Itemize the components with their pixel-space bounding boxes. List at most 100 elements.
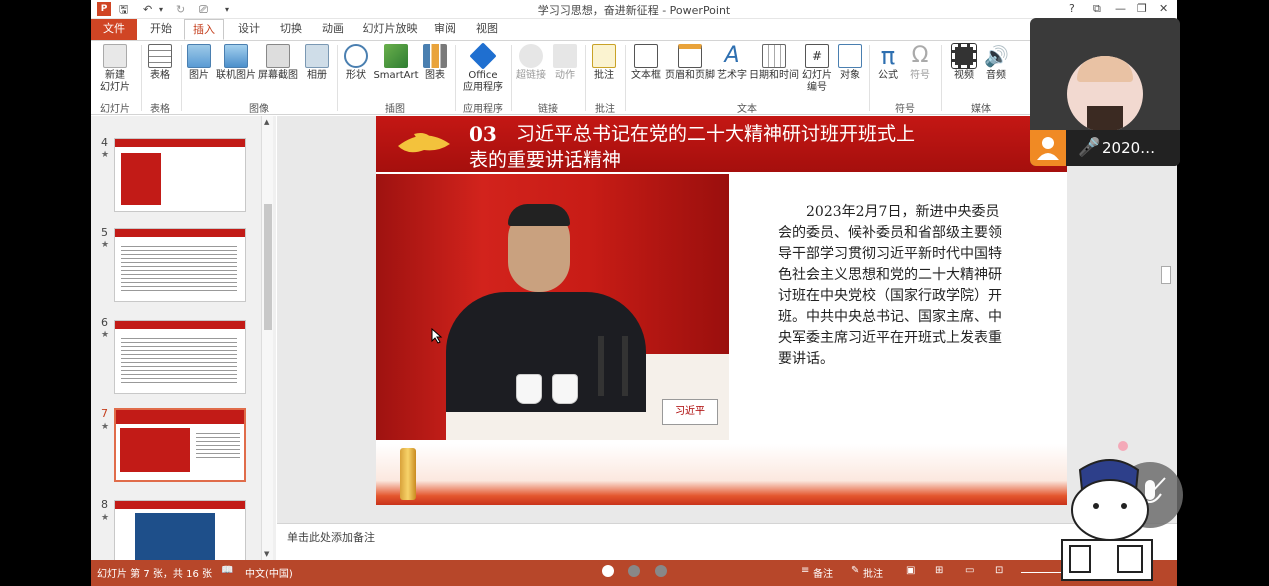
equation-icon: π — [880, 42, 896, 70]
hyperlink-button[interactable]: 超链接 — [513, 44, 549, 82]
symbol-button[interactable]: Ω 符号 — [905, 44, 935, 82]
tab-home[interactable]: 开始 — [141, 19, 181, 40]
thumb-header — [116, 410, 244, 424]
help-icon[interactable]: ? — [1069, 2, 1075, 15]
tab-file[interactable]: 文件 — [91, 19, 137, 40]
audio-label: 音频 — [986, 70, 1006, 81]
tab-insert[interactable]: 插入 — [184, 19, 224, 40]
notes-button[interactable]: 备注 — [813, 565, 833, 580]
date-time-button[interactable]: 日期和时间 — [749, 44, 799, 82]
close-icon[interactable]: ✕ — [1159, 2, 1168, 15]
edit-scrollbar-thumb[interactable] — [1161, 266, 1171, 284]
divider — [181, 45, 182, 111]
album-button[interactable]: 相册 — [301, 44, 333, 82]
slideshow-view-icon[interactable]: ⊡ — [995, 565, 1003, 576]
microphone — [622, 336, 628, 396]
office-apps-button[interactable]: Office 应用程序 — [457, 42, 509, 94]
video-call-tile[interactable]: 🎤 2020… — [1030, 18, 1180, 166]
comments-button-icon[interactable]: ✎ — [851, 565, 859, 576]
action-icon — [553, 44, 577, 68]
divider — [625, 45, 626, 111]
textbox-icon — [634, 44, 658, 68]
slide-canvas[interactable]: 03 习近平总书记在党的二十大精神研讨班开班式上 表的重要讲话精神 习近平 20… — [376, 116, 1067, 505]
microphone-icon[interactable]: 🎤 — [1078, 137, 1100, 158]
shapes-label: 形状 — [346, 70, 366, 81]
teacup — [552, 374, 578, 404]
table-button[interactable]: 表格 — [143, 44, 177, 82]
album-icon — [305, 44, 329, 68]
scroll-up-icon[interactable]: ▲ — [264, 118, 269, 126]
scroll-down-icon[interactable]: ▼ — [264, 550, 269, 558]
header-footer-icon — [678, 44, 702, 68]
new-slide-button[interactable]: 新建 幻灯片 — [95, 44, 135, 94]
slide-thumbnail-selected[interactable] — [114, 408, 246, 482]
group-label-tables: 表格 — [150, 104, 170, 115]
screenshot-button[interactable]: 屏幕截图 — [257, 44, 299, 82]
thumbnail-scrollbar[interactable]: ▲ ▼ — [261, 116, 273, 560]
transition-star-icon: ★ — [101, 513, 110, 523]
wordart-button[interactable]: A 艺术字 — [715, 44, 749, 82]
divider — [511, 45, 512, 111]
party-emblem-icon — [398, 133, 450, 153]
object-button[interactable]: 对象 — [835, 44, 865, 82]
screen: P 🖫 ↶ ▾ ↻ ⎚ ▾ 学习习思想，奋进新征程 - PowerPoint ?… — [0, 0, 1269, 586]
slide-thumbnail[interactable] — [114, 228, 246, 302]
textbox-button[interactable]: 文本框 — [627, 44, 665, 82]
thumb-text — [196, 430, 240, 460]
equation-button[interactable]: π 公式 — [871, 44, 905, 82]
hair — [1077, 56, 1133, 82]
office-apps-icon — [469, 42, 497, 70]
scrollbar-thumb[interactable] — [264, 204, 272, 330]
textbox-label: 文本框 — [631, 70, 661, 81]
album-label: 相册 — [307, 70, 327, 81]
picture-button[interactable]: 图片 — [183, 44, 215, 82]
language-indicator[interactable]: 中文(中国) — [245, 565, 293, 580]
slide-thumbnail[interactable] — [114, 320, 246, 394]
minimize-icon[interactable]: — — [1115, 2, 1126, 15]
date-time-icon — [762, 44, 786, 68]
thumb-header — [115, 139, 245, 147]
object-label: 对象 — [840, 70, 860, 81]
picture-label: 图片 — [189, 70, 209, 81]
ribbon-display-icon[interactable]: ⧉ — [1093, 2, 1101, 16]
smartart-button[interactable]: SmartArt — [373, 44, 419, 82]
thumb-text — [121, 335, 237, 385]
action-button[interactable]: 动作 — [549, 44, 581, 82]
spellcheck-icon[interactable]: 📖 — [221, 565, 233, 576]
tab-review[interactable]: 审阅 — [425, 19, 465, 40]
normal-view-icon[interactable]: ▣ — [906, 565, 915, 576]
tab-animations[interactable]: 动画 — [313, 19, 353, 40]
date-time-label: 日期和时间 — [749, 70, 799, 81]
comment-label: 批注 — [594, 70, 614, 81]
maximize-icon[interactable]: ❐ — [1137, 2, 1147, 15]
shapes-button[interactable]: 形状 — [339, 44, 373, 82]
video-button[interactable]: 视频 — [949, 43, 979, 82]
audio-button[interactable]: 🔊 音频 — [981, 44, 1011, 82]
equation-label: 公式 — [878, 70, 898, 81]
slide-sorter-icon[interactable]: ⊞ — [935, 565, 943, 576]
picture-icon — [187, 44, 211, 68]
divider — [337, 45, 338, 111]
comments-button[interactable]: 批注 — [863, 565, 883, 580]
slide-title-line2: 表的重要讲话精神 — [469, 149, 622, 171]
reading-view-icon[interactable]: ▭ — [965, 565, 974, 576]
tab-view[interactable]: 视图 — [467, 19, 507, 40]
chart-button[interactable]: 图表 — [419, 44, 451, 82]
group-label-illustrations: 插图 — [385, 104, 405, 115]
header-footer-button[interactable]: 页眉和页脚 — [665, 44, 715, 82]
nameplate: 习近平 — [662, 399, 718, 425]
slide-thumbnail[interactable] — [114, 138, 246, 212]
slide-number: 4 — [101, 136, 108, 149]
notes-button-icon[interactable]: ≡ — [801, 565, 809, 576]
group-label-links: 链接 — [538, 104, 558, 115]
slide-number: 8 — [101, 498, 108, 511]
online-picture-button[interactable]: 联机图片 — [215, 44, 257, 82]
comment-button[interactable]: 批注 — [587, 44, 621, 82]
divider — [141, 45, 142, 111]
divider — [455, 45, 456, 111]
tab-design[interactable]: 设计 — [229, 19, 269, 40]
tab-transitions[interactable]: 切换 — [271, 19, 311, 40]
slide-number-button[interactable]: # 幻灯片 编号 — [799, 44, 835, 94]
tab-slideshow[interactable]: 幻灯片放映 — [357, 19, 423, 40]
symbol-label: 符号 — [910, 70, 930, 81]
